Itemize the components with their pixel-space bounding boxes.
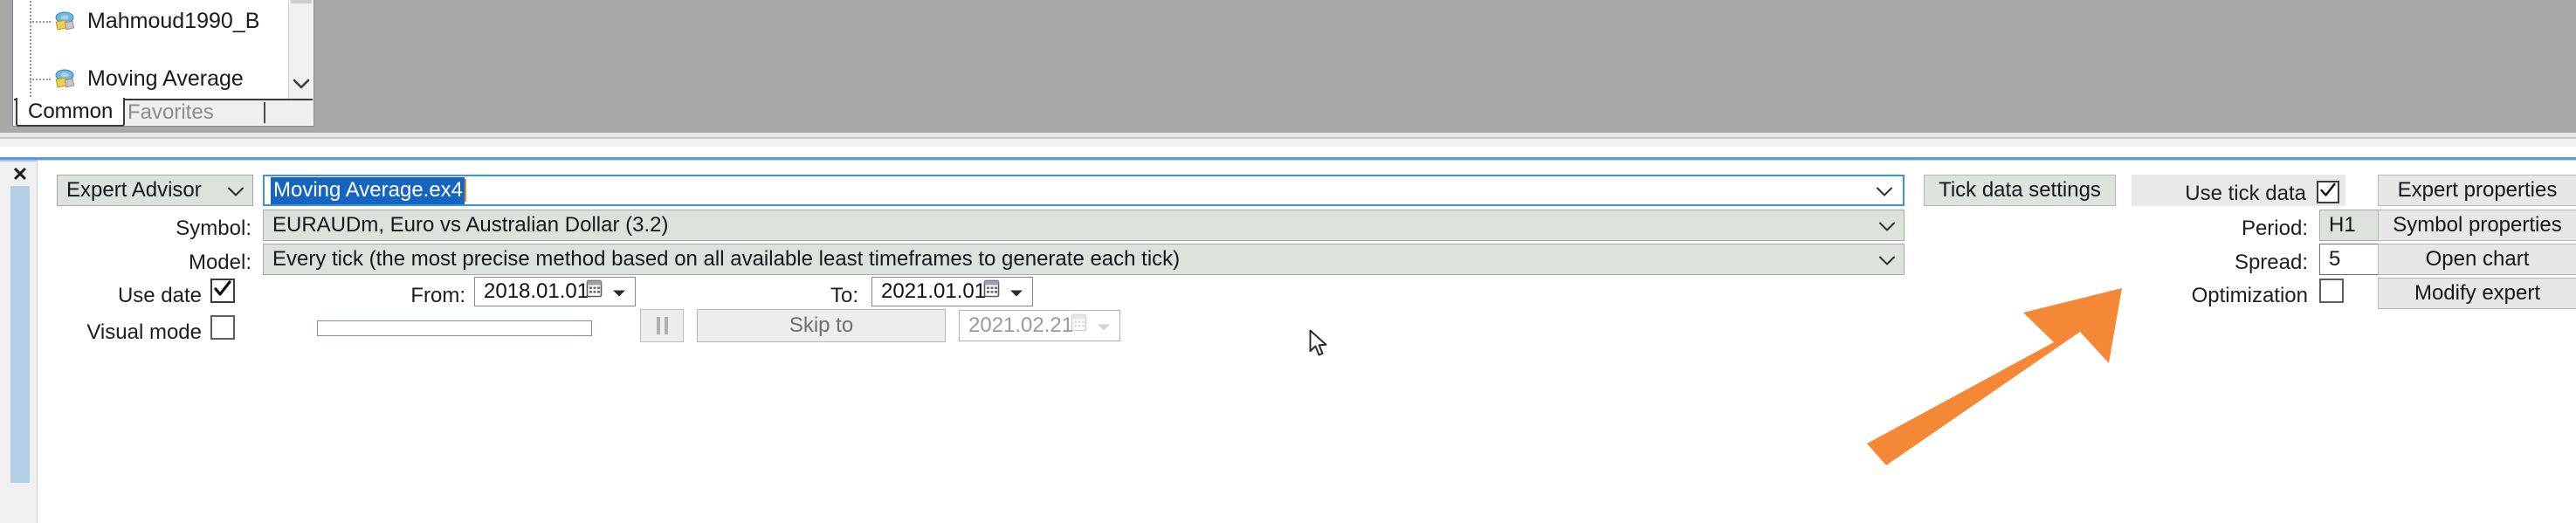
modify-expert-button[interactable]: Modify expert bbox=[2378, 278, 2576, 309]
navigator-tree[interactable]: MACD Sample Mahmoud1990_B bbox=[14, 0, 287, 100]
to-date-value: 2021.01.01 bbox=[881, 279, 987, 303]
tab-text-caret bbox=[264, 102, 265, 123]
skip-to-date-input[interactable]: 2021.02.21 bbox=[959, 310, 1120, 341]
model-value: Every tick (the most precise method base… bbox=[272, 247, 1181, 271]
from-date-input[interactable]: 2018.01.01 bbox=[474, 277, 636, 306]
chevron-down-icon[interactable] bbox=[1009, 279, 1023, 304]
model-label: Model: bbox=[188, 251, 251, 274]
chevron-down-icon[interactable] bbox=[612, 279, 626, 304]
expert-advisor-icon bbox=[52, 10, 79, 33]
tree-item-label: Mahmoud1990_B bbox=[87, 9, 260, 33]
tab-common[interactable]: Common bbox=[16, 98, 126, 127]
symbol-label: Symbol: bbox=[176, 217, 251, 240]
chevron-down-icon bbox=[1879, 247, 1895, 272]
visual-mode-speed-slider[interactable] bbox=[317, 320, 592, 336]
pause-icon bbox=[656, 317, 668, 334]
use-tick-data-label: Use tick data bbox=[2185, 182, 2306, 205]
to-date-input[interactable]: 2021.01.01 bbox=[871, 277, 1033, 306]
button-label: Open chart bbox=[2425, 247, 2530, 271]
pause-button[interactable] bbox=[640, 309, 684, 342]
panel-divider-body bbox=[0, 139, 2576, 147]
tree-item-moving-average[interactable]: Moving Average bbox=[14, 65, 287, 93]
panel-side-indicator bbox=[10, 186, 30, 483]
button-label: Symbol properties bbox=[2393, 213, 2562, 237]
chevron-down-icon bbox=[228, 178, 244, 203]
close-icon[interactable]: ✕ bbox=[7, 162, 33, 188]
expert-file-input[interactable]: Moving Average.ex4 bbox=[263, 175, 1904, 206]
tick-data-settings-label: Tick data settings bbox=[1939, 178, 2101, 202]
optimization-checkbox[interactable] bbox=[2319, 279, 2344, 303]
to-label: To: bbox=[830, 284, 858, 307]
visual-mode-label: Visual mode bbox=[86, 320, 202, 344]
screenshot-root: MACD Sample Mahmoud1990_B bbox=[0, 0, 2576, 523]
tab-favorites[interactable]: Favorites bbox=[117, 98, 224, 127]
model-combo[interactable]: Every tick (the most precise method base… bbox=[263, 244, 1904, 275]
tab-label: Common bbox=[28, 99, 114, 123]
navigator-scrollbar[interactable] bbox=[288, 0, 313, 100]
symbol-combo[interactable]: EURAUDm, Euro vs Australian Dollar (3.2) bbox=[263, 210, 1904, 241]
use-date-label: Use date bbox=[117, 284, 202, 307]
panel-gap bbox=[0, 147, 2576, 157]
chevron-down-icon bbox=[1097, 313, 1111, 338]
strategy-tester-panel: ✕ Expert Advisor Moving Average.ex4 Symb… bbox=[0, 160, 2576, 523]
expert-properties-button[interactable]: Expert properties bbox=[2378, 175, 2576, 206]
text-caret bbox=[465, 179, 467, 202]
tree-connector-icon bbox=[30, 21, 51, 23]
from-label: From: bbox=[410, 284, 465, 307]
checkmark-icon bbox=[2319, 182, 2337, 203]
button-label: Expert properties bbox=[2397, 178, 2558, 202]
tree-item-mahmoud1990-b[interactable]: Mahmoud1990_B bbox=[14, 7, 287, 36]
calendar-icon[interactable] bbox=[983, 279, 1001, 305]
expert-advisor-icon bbox=[52, 68, 79, 91]
expert-type-label: Expert Advisor bbox=[66, 178, 202, 202]
period-value: H1 bbox=[2329, 213, 2356, 237]
expert-file-value: Moving Average.ex4 bbox=[271, 176, 465, 204]
skip-to-label: Skip to bbox=[789, 313, 854, 337]
use-tick-data-checkbox[interactable] bbox=[2317, 181, 2339, 203]
tab-label: Favorites bbox=[127, 100, 214, 124]
checkmark-icon bbox=[213, 279, 232, 302]
mouse-pointer-icon bbox=[1308, 329, 1331, 363]
from-date-value: 2018.01.01 bbox=[484, 279, 589, 303]
optimization-label: Optimization bbox=[2191, 284, 2308, 307]
chevron-down-icon[interactable] bbox=[1877, 178, 1892, 203]
button-label: Modify expert bbox=[2414, 281, 2541, 305]
tick-data-settings-button[interactable]: Tick data settings bbox=[1924, 175, 2116, 206]
calendar-icon[interactable] bbox=[586, 279, 603, 305]
calendar-icon bbox=[1071, 313, 1088, 339]
scrollbar-thumb[interactable] bbox=[291, 0, 312, 3]
chevron-down-icon bbox=[1879, 213, 1895, 237]
navigator-panel: MACD Sample Mahmoud1990_B bbox=[12, 0, 314, 127]
spread-label: Spread: bbox=[2234, 251, 2308, 274]
symbol-properties-button[interactable]: Symbol properties bbox=[2378, 210, 2576, 241]
period-label: Period: bbox=[2241, 217, 2308, 240]
tester-settings-form: Expert Advisor Moving Average.ex4 Symbol… bbox=[37, 160, 2576, 523]
visual-mode-checkbox[interactable] bbox=[210, 315, 235, 340]
expert-type-combo[interactable]: Expert Advisor bbox=[57, 175, 253, 206]
spread-value: 5 bbox=[2329, 247, 2341, 271]
skip-to-button[interactable]: Skip to bbox=[697, 309, 946, 342]
workspace-background bbox=[0, 0, 2576, 133]
tree-item-label: Moving Average bbox=[87, 66, 244, 91]
use-date-checkbox[interactable] bbox=[210, 279, 235, 303]
open-chart-button[interactable]: Open chart bbox=[2378, 244, 2576, 275]
symbol-value: EURAUDm, Euro vs Australian Dollar (3.2) bbox=[272, 213, 669, 237]
tree-connector-icon bbox=[30, 79, 51, 80]
chevron-down-icon[interactable] bbox=[289, 73, 313, 94]
navigator-tabstrip: Common Favorites bbox=[14, 98, 313, 127]
skip-to-date-value: 2021.02.21 bbox=[968, 313, 1074, 337]
